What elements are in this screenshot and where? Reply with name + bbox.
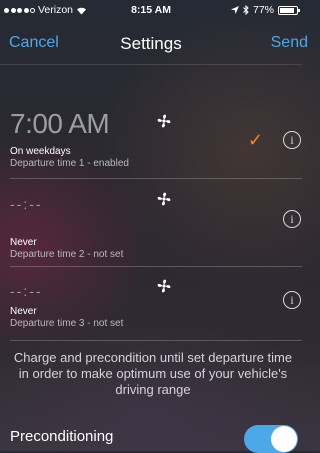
departure-days: Never [10,237,37,248]
row-divider [10,178,302,179]
status-right-group: 77% [230,4,300,16]
status-bar: Verizon 8:15 AM 77% [0,0,302,20]
page-title: Settings [120,34,182,53]
departure-row-3[interactable]: --:-- Never Departure time 3 - not set i [10,277,302,337]
fan-icon [157,114,171,128]
toggle-knob [271,426,297,452]
departure-time: --:-- [10,196,43,212]
departure-subtitle: Departure time 3 - not set [10,318,124,329]
info-icon[interactable]: i [283,291,301,309]
departure-subtitle: Departure time 2 - not set [10,249,124,260]
checkmark-icon: ✓ [248,130,264,150]
battery-percent: 77% [252,4,274,16]
departure-row-1[interactable]: 7:00 AM On weekdays Departure time 1 - e… [10,108,302,178]
departure-subtitle: Departure time 1 - enabled [10,158,129,169]
fan-icon [157,279,171,293]
fan-icon [157,192,171,206]
departure-days: On weekdays [10,146,71,157]
preconditioning-label: Preconditioning [10,428,114,445]
battery-icon [278,5,300,15]
location-arrow-icon [230,6,239,14]
nav-divider [0,64,302,65]
navigation-bar: Cancel Settings Send [0,20,308,64]
row-divider [10,340,302,341]
row-divider [10,266,302,267]
bluetooth-icon [243,5,249,15]
departure-row-2[interactable]: --:-- Never Departure time 2 - not set i [10,190,302,270]
departure-time: --:-- [10,283,43,299]
preconditioning-toggle[interactable] [244,425,298,453]
info-icon[interactable]: i [283,131,301,149]
description-text: Charge and precondition until set depart… [13,350,293,397]
departure-time: 7:00 AM [10,108,110,139]
info-icon[interactable]: i [283,210,301,228]
departure-days: Never [10,306,37,317]
send-button[interactable]: Send [271,34,308,52]
